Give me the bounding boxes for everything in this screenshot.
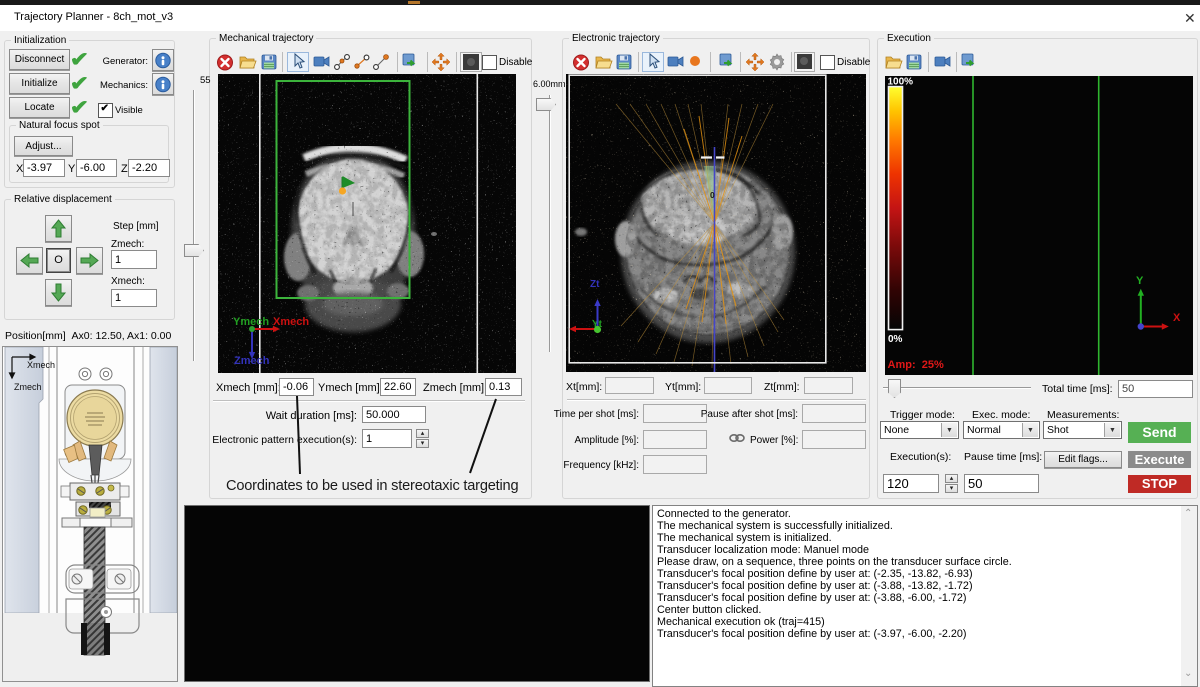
- svg-text:Zt: Zt: [590, 279, 600, 290]
- svg-text:Zmech: Zmech: [14, 382, 42, 392]
- svg-text:Xmech: Xmech: [27, 360, 55, 370]
- svg-text:100%: 100%: [888, 77, 914, 88]
- svg-text:0: 0: [710, 190, 715, 200]
- svg-text:Y: Y: [1136, 275, 1144, 287]
- svg-text:Xmech: Xmech: [273, 316, 309, 328]
- svg-text:X: X: [1173, 312, 1181, 324]
- svg-text:Amp: 25%: Amp: 25%: [888, 359, 944, 371]
- svg-text:0%: 0%: [888, 334, 903, 345]
